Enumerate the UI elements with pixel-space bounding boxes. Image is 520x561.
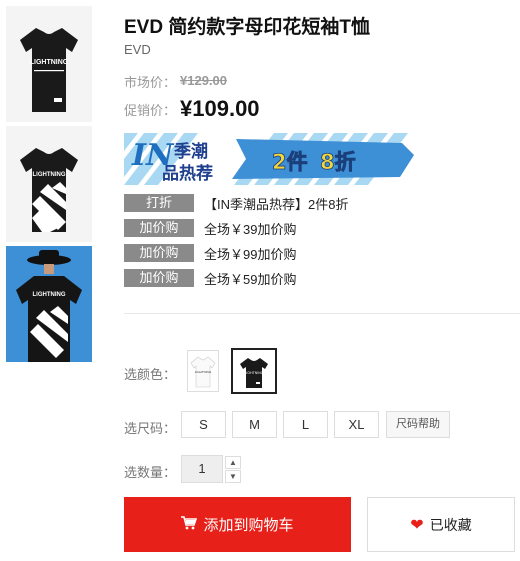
quantity-label: 选数量： — [124, 465, 177, 480]
promotion-tag: 加价购 — [124, 219, 194, 237]
svg-text:LIGHTNING: LIGHTNING — [195, 370, 212, 374]
cart-icon — [181, 515, 198, 534]
promo-banner[interactable]: IN 季潮 品热荐 2件 8折 — [124, 133, 420, 185]
quantity-increase-button[interactable]: ▲ — [225, 456, 241, 469]
promotion-tag: 加价购 — [124, 269, 194, 287]
promo-banner-graphic: IN 季潮 品热荐 2件 8折 — [124, 133, 420, 185]
promotion-item: 加价购 全场￥99加价购 — [124, 244, 296, 262]
promo-price-row: 促销价： ¥109.00 — [124, 96, 260, 122]
thumbnail-3[interactable]: LIGHTNING — [6, 246, 92, 362]
promotion-text[interactable]: 全场￥59加价购 — [204, 269, 296, 288]
promotion-text[interactable]: 全场￥99加价购 — [204, 244, 296, 263]
heart-icon: ❤ — [410, 516, 424, 534]
market-price-value: ¥129.00 — [180, 72, 228, 88]
tshirt-white-print-image: LIGHTNING — [20, 28, 78, 112]
product-brand: EVD — [124, 42, 151, 57]
size-option-l[interactable]: L — [283, 411, 328, 438]
promo-price-value: ¥109.00 — [180, 96, 260, 121]
thumbnail-list: LIGHTNING LIGHTNING LIGHTNING — [6, 6, 92, 366]
svg-text:季潮: 季潮 — [174, 141, 208, 162]
color-label: 选颜色： — [124, 367, 177, 382]
size-option-m[interactable]: M — [232, 411, 277, 438]
svg-text:8折: 8折 — [320, 150, 356, 174]
svg-text:2件: 2件 — [272, 150, 308, 174]
size-help-button[interactable]: 尺码帮助 — [386, 411, 450, 438]
section-divider — [124, 313, 520, 314]
svg-text:LIGHTNING: LIGHTNING — [244, 371, 263, 375]
tshirt-black-swatch-image: LIGHTNING — [240, 358, 268, 388]
thumbnail-2[interactable]: LIGHTNING — [6, 126, 92, 242]
chevron-down-icon: ▼ — [229, 472, 237, 481]
thumbnail-1[interactable]: LIGHTNING — [6, 6, 92, 122]
svg-text:LIGHTNING: LIGHTNING — [33, 292, 66, 298]
promotion-item: 打折 【IN季潮品热荐】2件8折 — [124, 194, 348, 212]
chevron-up-icon: ▲ — [229, 458, 237, 467]
color-swatch-white[interactable]: LIGHTNING — [187, 350, 219, 392]
size-label: 选尺码： — [124, 421, 177, 436]
quantity-input[interactable]: 1 — [181, 455, 223, 483]
size-option-xl[interactable]: XL — [334, 411, 379, 438]
promotion-tag: 加价购 — [124, 244, 194, 262]
size-option-s[interactable]: S — [181, 411, 226, 438]
tshirt-white-swatch-image: LIGHTNING — [190, 356, 216, 388]
model-back-image: LIGHTNING — [16, 250, 82, 362]
add-to-cart-button[interactable]: 添加到购物车 — [124, 497, 351, 552]
favorite-button[interactable]: ❤ 已收藏 — [367, 497, 515, 552]
market-price-row: 市场价： ¥129.00 — [124, 72, 227, 91]
promotion-text[interactable]: 全场￥39加价购 — [204, 219, 296, 238]
promotion-text[interactable]: 【IN季潮品热荐】2件8折 — [204, 194, 348, 213]
promotion-item: 加价购 全场￥39加价购 — [124, 219, 296, 237]
quantity-decrease-button[interactable]: ▼ — [225, 470, 241, 483]
svg-text:品热荐: 品热荐 — [162, 163, 213, 184]
favorite-label: 已收藏 — [429, 516, 472, 533]
promotion-tag: 打折 — [124, 194, 194, 212]
color-swatch-black[interactable]: LIGHTNING — [231, 348, 277, 394]
svg-text:LIGHTNING: LIGHTNING — [30, 59, 69, 66]
add-to-cart-label: 添加到购物车 — [203, 517, 294, 534]
promo-price-label: 促销价： — [124, 102, 177, 118]
promotion-item: 加价购 全场￥59加价购 — [124, 269, 296, 287]
svg-text:LIGHTNING: LIGHTNING — [33, 172, 66, 178]
market-price-label: 市场价： — [124, 75, 177, 90]
tshirt-stripe-print-image: LIGHTNING — [20, 148, 78, 232]
product-title: EVD 简约款字母印花短袖T恤 — [124, 17, 370, 38]
